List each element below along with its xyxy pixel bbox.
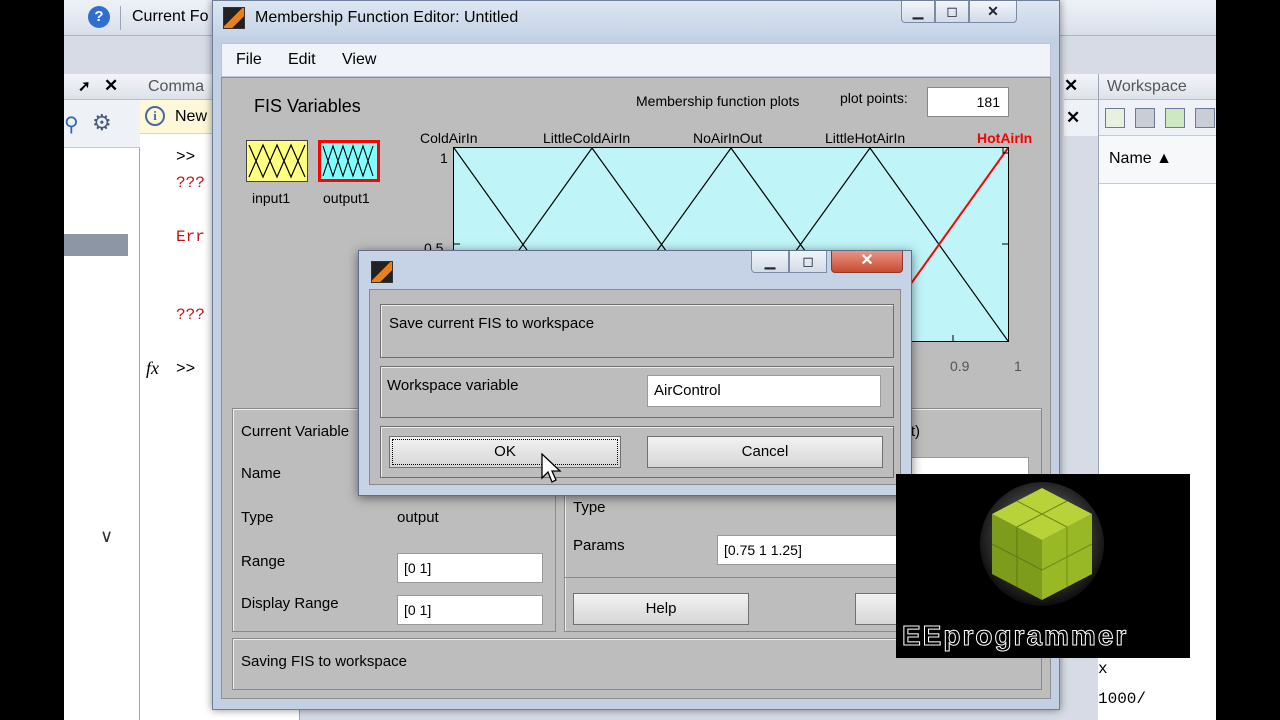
info-icon: i [145, 106, 165, 126]
plot-points-label: plot points: [840, 90, 908, 106]
variable-section: Workspace variable AirControl [380, 366, 894, 418]
prompt-text: >> [176, 360, 196, 378]
x-tick-label: 0.9 [950, 358, 970, 374]
membership-icon [248, 143, 306, 179]
workspace-variable-input[interactable]: AirControl [647, 375, 881, 407]
current-variable-title: Current Variable [241, 423, 350, 440]
new-variable-icon[interactable] [1105, 108, 1125, 128]
save-fis-dialog: ▁ ◻ ✕ Save current FIS to workspace Work… [358, 250, 912, 496]
menu-file[interactable]: File [236, 51, 262, 69]
close-icon[interactable]: ✕ [104, 76, 118, 96]
save-icon[interactable] [1195, 108, 1215, 128]
range-label: Range [241, 553, 286, 570]
panel-toolbar: ✕ [1064, 100, 1098, 136]
status-text: Saving FIS to workspace [241, 653, 407, 670]
prompt-text: >> [176, 148, 196, 166]
panel-header: ✕ [1064, 74, 1098, 100]
dialog-body: Save current FIS to workspace Workspace … [369, 289, 901, 485]
mf-label[interactable]: NoAirInOut [693, 130, 762, 146]
params-label: Params [573, 537, 625, 554]
selected-row[interactable] [64, 234, 128, 256]
search-icon[interactable]: ⚲ [64, 112, 79, 137]
mf-label-selected[interactable]: HotAirIn [977, 130, 1032, 146]
import-data-icon[interactable] [1165, 108, 1185, 128]
output-variable-label: output1 [323, 190, 370, 206]
output-variable-box[interactable] [318, 140, 380, 182]
window-title: Membership Function Editor: Untitled [255, 9, 519, 26]
button-section: OK Cancel [380, 426, 894, 478]
input-variable-label: input1 [252, 190, 291, 206]
chevron-down-icon[interactable]: ∨ [100, 526, 113, 547]
mf-label[interactable]: LittleColdAirIn [543, 130, 630, 146]
mf-label[interactable]: LittleHotAirIn [825, 130, 905, 146]
x-tick-label: 1 [1014, 358, 1022, 374]
maximize-button[interactable]: ◻ [789, 251, 827, 273]
fis-variables-title: FIS Variables [254, 96, 361, 116]
history-entry[interactable]: x [1098, 660, 1108, 678]
error-text: ??? [176, 174, 205, 192]
eeprogrammer-logo: EEprogrammer [896, 474, 1190, 658]
membership-icon [322, 144, 374, 178]
maximize-button[interactable]: ◻ [935, 1, 969, 23]
panel-header: Workspace [1099, 74, 1216, 100]
help-icon[interactable]: ? [88, 6, 110, 28]
workspace-variable-label: Workspace variable [387, 377, 519, 394]
input-variable-box[interactable] [246, 140, 308, 182]
close-icon[interactable]: ✕ [1064, 76, 1078, 96]
display-range-input[interactable]: [0 1] [397, 595, 543, 625]
menu-bar: File Edit View [221, 43, 1051, 77]
undock-icon[interactable]: ➚ [78, 77, 91, 95]
notice-text[interactable]: New [175, 108, 207, 126]
close-icon[interactable]: ✕ [1066, 108, 1080, 128]
message-section: Save current FIS to workspace [380, 304, 894, 358]
mouse-cursor-icon [541, 453, 562, 483]
close-button[interactable]: ✕ [969, 1, 1017, 23]
panel-header: ➚ ✕ [64, 74, 140, 100]
minimize-button[interactable]: ▁ [901, 1, 935, 23]
display-range-label: Display Range [241, 595, 339, 612]
mf-label[interactable]: ColdAirIn [420, 130, 478, 146]
workspace-title: Workspace [1107, 78, 1187, 95]
workspace-toolbar [1099, 100, 1216, 136]
panel-toolbar: ⚲ ⚙ [64, 100, 140, 148]
range-input[interactable]: [0 1] [397, 553, 543, 583]
gear-icon[interactable]: ⚙ [92, 110, 112, 136]
current-folder-label: Current Fo [132, 8, 209, 25]
fx-icon[interactable]: fx [146, 358, 159, 379]
open-variable-icon[interactable] [1135, 108, 1155, 128]
history-entry[interactable]: 1000/ [1098, 690, 1146, 708]
plot-points-input[interactable]: 181 [927, 87, 1009, 117]
cancel-button[interactable]: Cancel [647, 436, 883, 468]
name-label: Name [241, 465, 282, 482]
mf-type-label: Type [573, 499, 606, 516]
command-window-title: Comma [148, 78, 205, 95]
cube-logo-icon [980, 482, 1104, 606]
logo-text: EEprogrammer [901, 620, 1129, 652]
matlab-logo-icon [223, 7, 245, 29]
dialog-message: Save current FIS to workspace [389, 315, 595, 332]
ok-button[interactable]: OK [389, 436, 621, 468]
y-tick-label: 1 [440, 150, 448, 166]
workspace-column-header[interactable]: Name ▲ [1099, 136, 1216, 184]
close-button[interactable]: ✕ [831, 251, 903, 273]
minimize-button[interactable]: ▁ [751, 251, 789, 273]
type-label: Type [241, 509, 274, 526]
menu-view[interactable]: View [342, 51, 376, 69]
error-text: ??? [176, 306, 205, 324]
toolbar-divider [120, 6, 121, 30]
name-column-header[interactable]: Name ▲ [1109, 150, 1172, 168]
plots-label: Membership function plots [636, 93, 800, 109]
current-folder-panel: ➚ ✕ ⚲ ⚙ ∨ [64, 74, 140, 720]
error-text: Err [176, 228, 205, 246]
type-value: output [397, 509, 439, 526]
title-bar[interactable]: Membership Function Editor: Untitled ▁ ◻… [213, 1, 1059, 37]
menu-edit[interactable]: Edit [288, 51, 316, 69]
matlab-logo-icon [371, 261, 393, 283]
help-button[interactable]: Help [573, 593, 749, 625]
